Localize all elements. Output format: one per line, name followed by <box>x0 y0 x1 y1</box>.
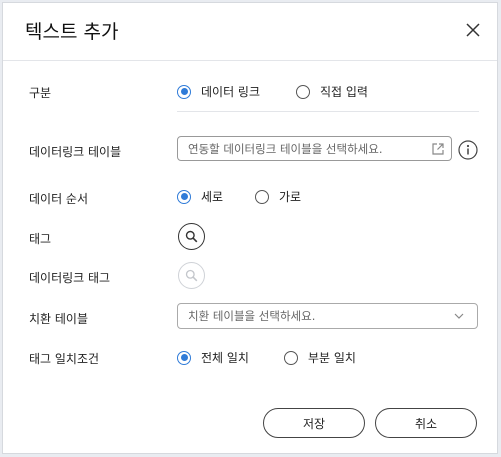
chevron-down-icon <box>454 313 464 319</box>
category-option-label: 직접 입력 <box>320 85 368 99</box>
info-icon[interactable] <box>458 140 478 160</box>
tag-match-option-label: 전체 일치 <box>201 351 249 365</box>
tag-match-option-exact[interactable]: 전체 일치 <box>177 349 249 366</box>
radio-circle <box>177 189 191 204</box>
datalink-table-placeholder: 연동할 데이터링크 테이블을 선택하세요. <box>188 141 383 156</box>
external-link-icon[interactable] <box>431 142 445 156</box>
tag-match-option-label: 부분 일치 <box>308 351 356 365</box>
add-text-dialog: 텍스트 추가 구분 데이터 링크 직접 입력 데이터링크 테이블 연동할 데이터… <box>2 2 498 454</box>
category-option-label: 데이터 링크 <box>201 85 261 99</box>
cancel-button[interactable]: 취소 <box>375 408 477 438</box>
close-icon[interactable] <box>464 21 482 39</box>
category-label: 구분 <box>29 86 52 100</box>
radio-circle <box>255 189 269 204</box>
radio-circle <box>177 84 191 99</box>
datalink-tag-search-button[interactable] <box>178 262 205 289</box>
datalink-table-label: 데이터링크 테이블 <box>29 145 122 159</box>
datalink-table-input[interactable]: 연동할 데이터링크 테이블을 선택하세요. <box>177 136 452 161</box>
data-order-option-label: 세로 <box>201 190 224 204</box>
tag-label: 태그 <box>29 232 52 246</box>
tag-match-option-partial[interactable]: 부분 일치 <box>284 349 356 366</box>
radio-circle <box>284 350 298 365</box>
replace-table-placeholder: 치환 테이블을 선택하세요. <box>188 309 316 323</box>
replace-table-select[interactable]: 치환 테이블을 선택하세요. <box>177 303 478 329</box>
radio-circle <box>296 84 310 99</box>
radio-circle <box>177 350 191 365</box>
category-divider <box>177 111 479 112</box>
data-order-option-horizontal[interactable]: 가로 <box>255 188 301 205</box>
data-order-label: 데이터 순서 <box>29 192 89 206</box>
category-option-datalink[interactable]: 데이터 링크 <box>177 83 260 100</box>
dialog-title: 텍스트 추가 <box>25 21 119 43</box>
replace-table-label: 치환 테이블 <box>29 312 89 326</box>
tag-match-label: 태그 일치조건 <box>29 352 100 366</box>
category-option-direct[interactable]: 직접 입력 <box>296 83 368 100</box>
data-order-option-vertical[interactable]: 세로 <box>177 188 223 205</box>
search-icon <box>185 230 198 243</box>
datalink-tag-label: 데이터링크 태그 <box>29 271 111 285</box>
tag-search-button[interactable] <box>178 223 205 250</box>
search-icon <box>185 269 198 282</box>
save-button[interactable]: 저장 <box>263 408 365 438</box>
header-divider <box>3 60 497 61</box>
data-order-option-label: 가로 <box>279 190 302 204</box>
